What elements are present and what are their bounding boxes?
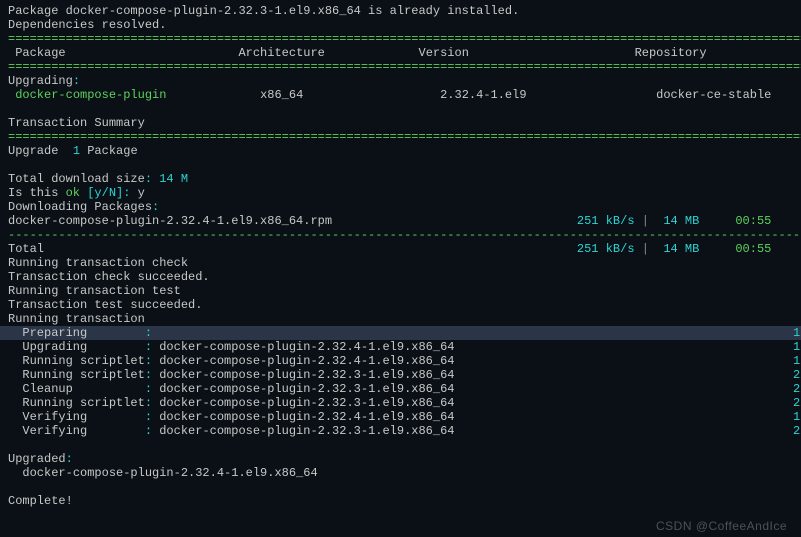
total-speed: 251 kB/s	[577, 242, 635, 256]
deps-resolved-line: Dependencies resolved.	[8, 18, 793, 32]
separator-eq: ========================================…	[8, 60, 793, 74]
txn-summary-label: Transaction Summary	[8, 116, 793, 130]
dl-size-val: 14 M	[159, 172, 188, 186]
upgraded-pkg-row: docker-compose-plugin-2.32.4-1.el9.x86_6…	[8, 466, 793, 480]
downloading-label: Downloading Packages	[8, 200, 152, 214]
txn-step-row: Upgrading : docker-compose-plugin-2.32.4…	[8, 340, 793, 354]
upgrade-label: Upgrade	[8, 144, 58, 158]
separator-dash: ----------------------------------------…	[8, 228, 793, 242]
txn-step-row: Verifying : docker-compose-plugin-2.32.3…	[8, 424, 793, 438]
upgraded-pkg: docker-compose-plugin-2.32.4-1.el9.x86_6…	[22, 466, 317, 480]
pkg-repo: docker-ce-stable	[656, 88, 771, 102]
txn-step-row: Running scriptlet: docker-compose-plugin…	[8, 368, 793, 382]
hdr-repo: Repository	[635, 46, 707, 60]
upgrade-unit: Package	[87, 144, 137, 158]
txn-step-row: Running scriptlet: docker-compose-plugin…	[8, 354, 793, 368]
blank	[8, 438, 793, 452]
txn-step-row: Cleanup : docker-compose-plugin-2.32.3-1…	[8, 382, 793, 396]
table-header-row: Package Architecture Version Repository …	[8, 46, 793, 60]
total-row: Total 251 kB/s | 14 MB 00:55	[8, 242, 793, 256]
step-list: Preparing : 1/1 Upgrading : docker-compo…	[8, 326, 793, 438]
hdr-package: Package	[15, 46, 65, 60]
total-time: 00:55	[735, 242, 771, 256]
dl-size-label: Total download size	[8, 172, 145, 186]
upgraded-label: Upgraded	[8, 452, 66, 466]
upgrade-count-row: Upgrade 1 Package	[8, 144, 793, 158]
separator-eq: ========================================…	[8, 130, 793, 144]
complete-row: Complete!	[8, 494, 793, 508]
hdr-version: Version	[419, 46, 469, 60]
upgrade-num: 1	[73, 144, 80, 158]
total-size: 14 MB	[663, 242, 699, 256]
downloading-row: Downloading Packages:	[8, 200, 793, 214]
txn-step-row: Verifying : docker-compose-plugin-2.32.4…	[8, 410, 793, 424]
txn-run: Running transaction	[8, 312, 793, 326]
confirm-yn: [y/N]	[87, 186, 123, 200]
pkg-version: 2.32.4-1.el9	[440, 88, 526, 102]
pkg-name: docker-compose-plugin	[15, 88, 166, 102]
pkg-row: docker-compose-plugin x86_64 2.32.4-1.el…	[8, 88, 793, 102]
upgrading-label: Upgrading	[8, 74, 73, 88]
confirm-answer[interactable]: y	[138, 186, 145, 200]
txn-step-row: Running scriptlet: docker-compose-plugin…	[8, 396, 793, 410]
blank	[8, 102, 793, 116]
txn-test: Running transaction test	[8, 284, 793, 298]
hdr-arch: Architecture	[238, 46, 324, 60]
blank	[8, 480, 793, 494]
confirm-row: Is this ok [y/N]: y	[8, 186, 793, 200]
pkg-arch: x86_64	[260, 88, 303, 102]
confirm-pre: Is this	[8, 186, 66, 200]
upgraded-section: Upgraded:	[8, 452, 793, 466]
separator-eq: ========================================…	[8, 32, 793, 46]
txn-check: Running transaction check	[8, 256, 793, 270]
rpm-row: docker-compose-plugin-2.32.4-1.el9.x86_6…	[8, 214, 793, 228]
dl-time: 00:55	[735, 214, 771, 228]
blank	[8, 158, 793, 172]
rpm-name: docker-compose-plugin-2.32.4-1.el9.x86_6…	[8, 214, 332, 228]
txn-test-ok: Transaction test succeeded.	[8, 298, 793, 312]
dl-size-row: Total download size: 14 M	[8, 172, 793, 186]
dl-speed: 251 kB/s	[577, 214, 635, 228]
already-installed-line: Package docker-compose-plugin-2.32.3-1.e…	[8, 4, 793, 18]
upgrading-section: Upgrading:	[8, 74, 793, 88]
watermark: CSDN @CoffeeAndIce	[656, 519, 787, 533]
total-label: Total	[8, 242, 44, 256]
txn-check-ok: Transaction check succeeded.	[8, 270, 793, 284]
txn-step-row: Preparing : 1/1	[0, 326, 801, 340]
dl-size: 14 MB	[663, 214, 699, 228]
confirm-ok: ok	[66, 186, 80, 200]
